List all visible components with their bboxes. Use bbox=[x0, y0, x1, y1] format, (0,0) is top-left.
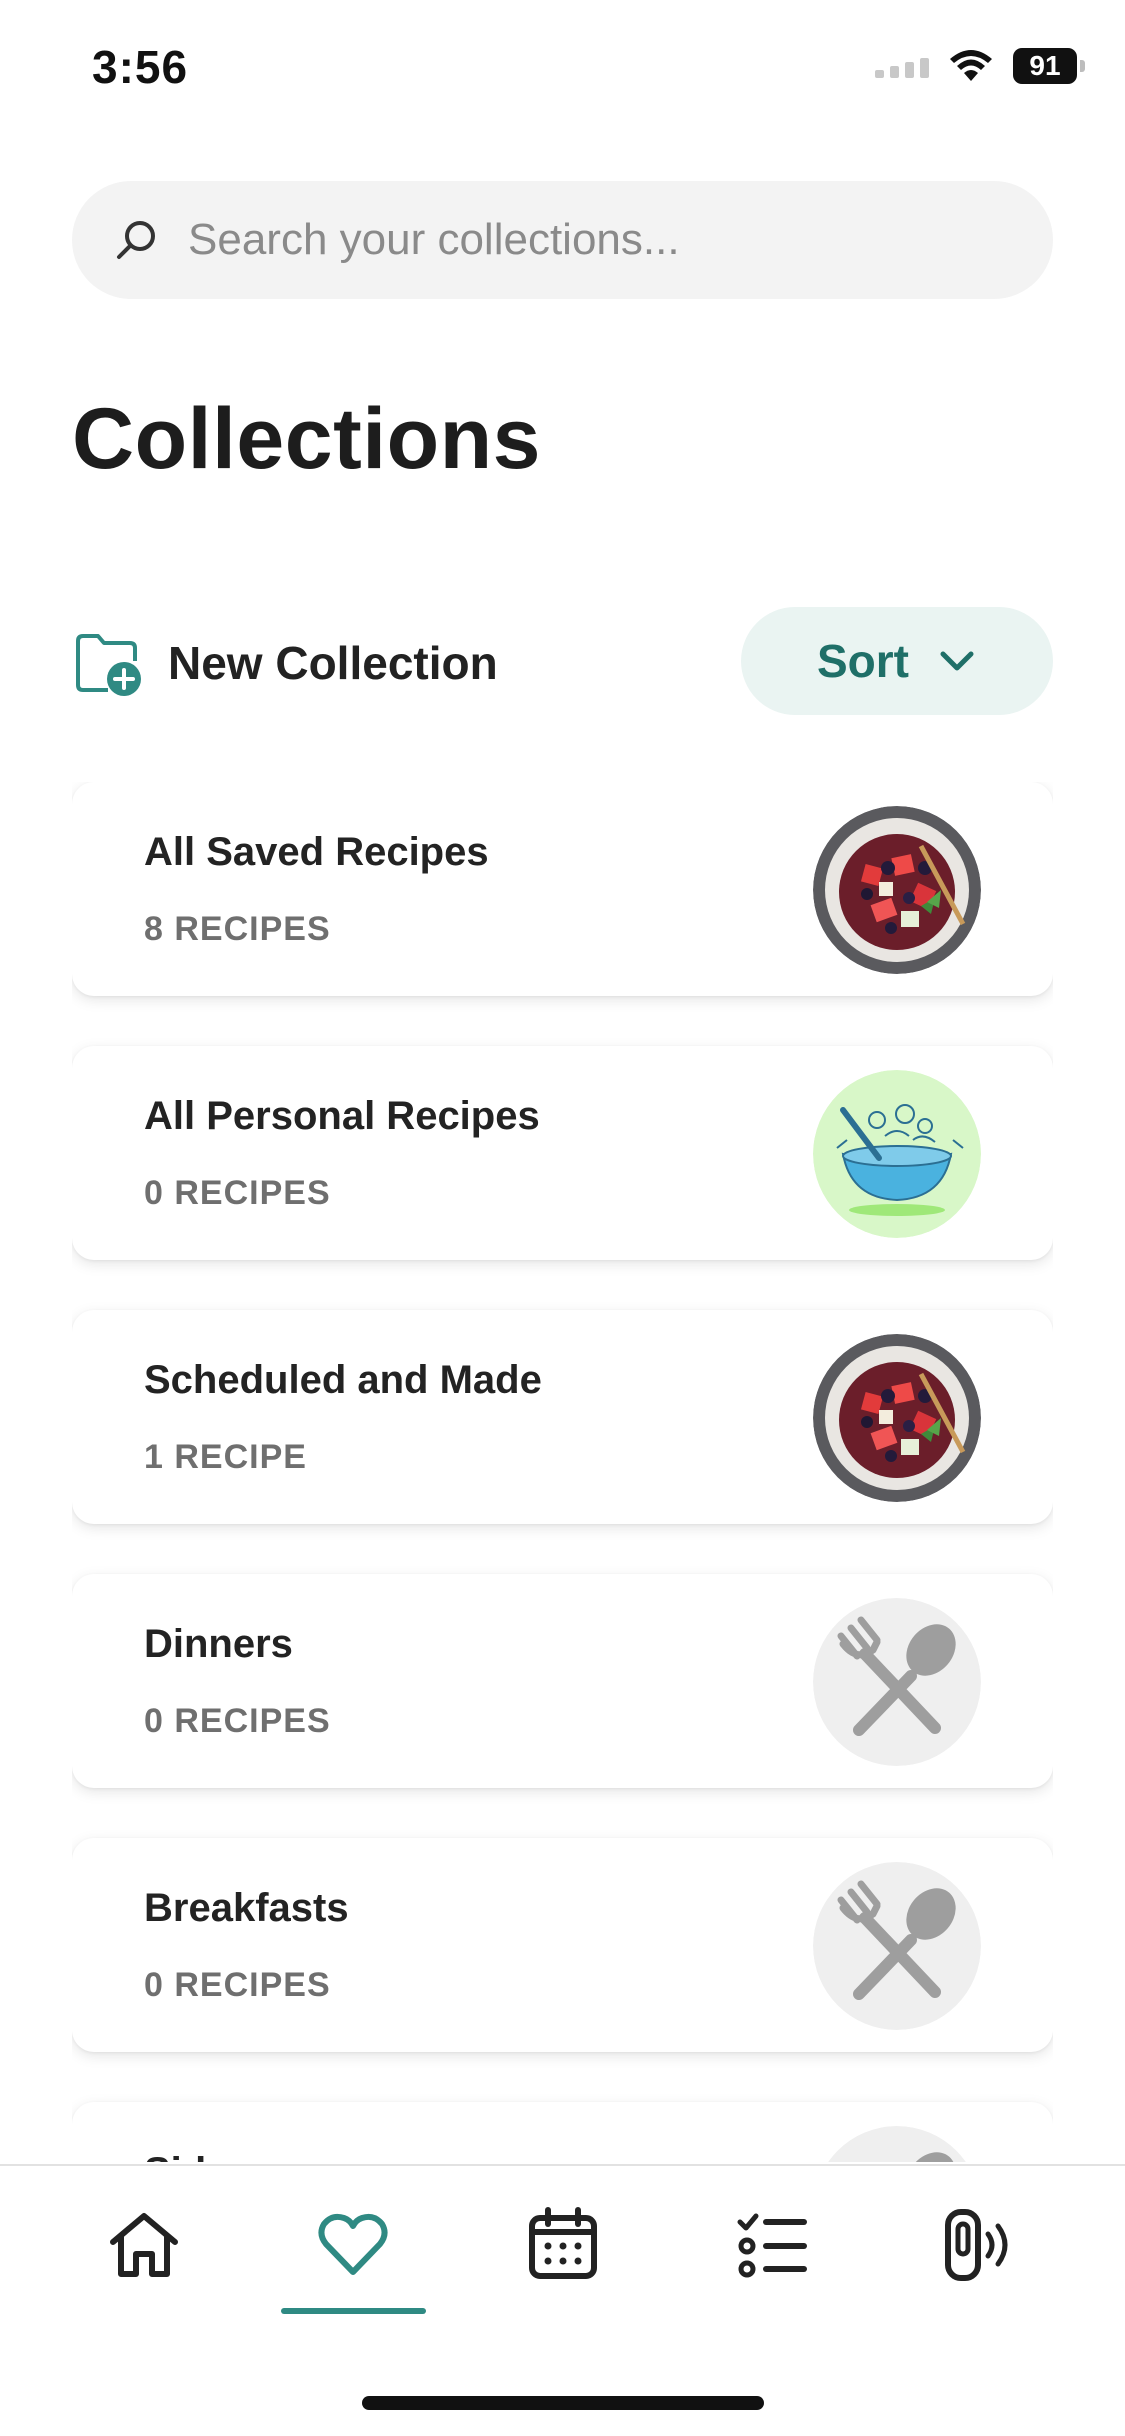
fruit-salad-thumbnail bbox=[813, 1334, 981, 1502]
checklist-icon bbox=[737, 2213, 807, 2278]
mixing-bowl-illustration bbox=[813, 1070, 981, 1238]
tab-shopping-list[interactable] bbox=[701, 2206, 841, 2316]
battery-icon: 91 bbox=[1013, 48, 1085, 84]
battery-level: 91 bbox=[1013, 48, 1077, 84]
collection-recipe-count: 1 RECIPE bbox=[144, 1438, 307, 1476]
home-icon bbox=[110, 2213, 178, 2277]
sort-button[interactable]: Sort bbox=[741, 607, 1053, 715]
collection-card-breakfasts[interactable]: Breakfasts 0 RECIPES bbox=[72, 1838, 1053, 2052]
collection-title: Dinners bbox=[144, 1622, 293, 1666]
collection-recipe-count: 0 RECIPES bbox=[144, 1702, 331, 1740]
collection-card-scheduled-and-made[interactable]: Scheduled and Made 1 RECIPE bbox=[72, 1310, 1053, 1524]
fork-spoon-icon bbox=[813, 1862, 981, 2030]
tab-devices[interactable] bbox=[911, 2206, 1051, 2316]
collection-card-all-personal-recipes[interactable]: All Personal Recipes 0 RECIPES bbox=[72, 1046, 1053, 1260]
collection-card-sides[interactable]: Sides bbox=[72, 2102, 1053, 2162]
cellular-signal-icon bbox=[875, 54, 929, 78]
collection-card-dinners[interactable]: Dinners 0 RECIPES bbox=[72, 1574, 1053, 1788]
new-collection-label: New Collection bbox=[168, 636, 498, 689]
folder-add-icon bbox=[76, 633, 141, 696]
new-collection-button[interactable]: New Collection bbox=[72, 625, 498, 700]
status-indicators: 91 bbox=[875, 48, 1085, 84]
connected-device-icon bbox=[945, 2209, 1008, 2281]
collection-recipe-count: 8 RECIPES bbox=[144, 910, 331, 948]
search-input[interactable]: Search your collections... bbox=[72, 181, 1053, 299]
collection-recipe-count: 0 RECIPES bbox=[144, 1966, 331, 2004]
sort-label: Sort bbox=[817, 635, 909, 687]
page-title: Collections bbox=[72, 391, 542, 487]
collection-card-all-saved-recipes[interactable]: All Saved Recipes 8 RECIPES bbox=[72, 782, 1053, 996]
home-indicator bbox=[362, 2396, 764, 2410]
collection-title: Scheduled and Made bbox=[144, 1358, 542, 1402]
collection-list: All Saved Recipes 8 RECIPES All Personal… bbox=[72, 782, 1053, 2162]
calendar-icon bbox=[529, 2207, 597, 2279]
heart-icon bbox=[318, 2213, 388, 2275]
collection-title: Breakfasts bbox=[144, 1886, 349, 1930]
status-bar: 3:56 91 bbox=[0, 0, 1125, 140]
collection-title: Sides bbox=[144, 2150, 251, 2162]
tab-home[interactable] bbox=[74, 2206, 214, 2316]
fork-spoon-icon bbox=[813, 1598, 981, 1766]
tab-favorites[interactable] bbox=[283, 2206, 423, 2316]
active-tab-indicator bbox=[281, 2308, 426, 2314]
fork-spoon-icon bbox=[813, 2126, 981, 2162]
collection-title: All Personal Recipes bbox=[144, 1094, 540, 1138]
wifi-icon bbox=[950, 50, 992, 81]
collection-title: All Saved Recipes bbox=[144, 830, 489, 874]
search-icon bbox=[117, 221, 155, 259]
collection-recipe-count: 0 RECIPES bbox=[144, 1174, 331, 1212]
fruit-salad-thumbnail bbox=[813, 806, 981, 974]
status-time: 3:56 bbox=[92, 41, 189, 93]
tab-planner[interactable] bbox=[493, 2206, 633, 2316]
chevron-down-icon bbox=[940, 651, 974, 671]
search-placeholder: Search your collections... bbox=[188, 215, 680, 264]
